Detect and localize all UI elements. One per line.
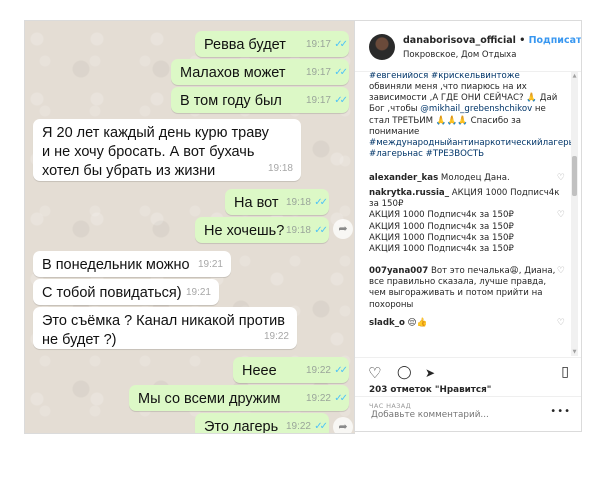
message-time: 19:17 [305,67,331,78]
message-text: Нееe [242,363,277,379]
avatar[interactable] [369,34,395,60]
comment-text-line: АКЦИЯ 1000 Подписч4к за 150₽ [369,210,514,221]
message-text: Я 20 лет каждый день курю траву и не хоч… [42,125,269,179]
message-text: С тобой повидаться) [42,285,182,301]
chat-message: На вот 19:18 ✓✓ [225,189,329,215]
bookmark-icon[interactable]: ▯ [561,364,569,380]
chat-message: Малахов может 19:17 ✓✓ [171,59,349,85]
hashtag-link[interactable]: #евгенийося #крискельвинтоже [369,72,520,81]
chat-message: Это съёмка ? Канал никакой против не буд… [33,307,297,349]
like-comment-heart-icon[interactable]: ♡ [557,318,565,328]
follow-button[interactable]: Подписаться [529,35,581,46]
comment-text-line: АКЦИЯ 1000 Подписч4к за 150₽ [369,232,514,243]
forward-icon[interactable]: ➦ [333,417,353,433]
message-time: 19:18 [285,197,311,208]
read-ticks-icon: ✓✓ [314,421,328,432]
like-comment-heart-icon[interactable]: ♡ [557,173,565,183]
comment-bubble-icon[interactable]: ◯ [397,365,412,380]
separator-dot: • [519,35,526,46]
post-caption: обвиняли меня ,что пиарюсь на их зависим… [369,82,574,160]
message-text: Это съёмка ? Канал никакой против не буд… [42,313,285,348]
comment-text-line: АКЦИЯ 1000 Подписч4к за 150₽ [369,221,514,232]
message-time: 19:22 [285,421,311,432]
chat-message: Мы со всеми дружим 19:22 ✓✓ [129,385,349,411]
like-comment-heart-icon[interactable]: ♡ [557,210,565,220]
like-heart-icon[interactable]: ♡ [368,364,381,382]
read-ticks-icon: ✓✓ [314,225,328,236]
more-options-icon[interactable]: ••• [550,406,571,417]
read-ticks-icon: ✓✓ [334,95,348,106]
message-text: Мы со всеми дружим [138,391,281,407]
message-time: 19:21 [197,259,223,270]
comments-scrollbar[interactable]: ▲ ▼ [571,72,578,356]
comment-username[interactable]: 007yana007 [369,266,428,276]
like-comment-heart-icon[interactable]: ♡ [557,266,565,276]
comment-username[interactable]: sladk_o [369,318,405,328]
message-time: 19:18 [267,163,293,174]
scroll-down-arrow-icon[interactable]: ▼ [571,349,578,355]
comment: alexander_kas Молодец Дана. [369,173,563,184]
comment: 007yana007 Вот это печалька😩, Диана, все… [369,266,563,311]
caption-tags-top: #евгенийося #крискельвинтоже [369,72,563,82]
message-text: В понедельник можно [42,257,190,273]
chat-message: В понедельник можно 19:21 [33,251,231,277]
hashtag-link[interactable]: #международныйантинаркотическийлагерь #л… [369,138,574,159]
read-ticks-icon: ✓✓ [314,197,328,208]
likes-count[interactable]: 203 отметок "Нравится" [369,385,491,395]
comment-text: 😔👍 [407,318,428,328]
message-text: В том году был [180,93,282,109]
mention-link[interactable]: @mikhail_grebenshchikov [420,104,532,114]
comment-text-line: АКЦИЯ 1000 Подписч4к за 150₽ [369,244,514,255]
chat-message: С тобой повидаться) 19:21 [33,279,219,305]
chat-message: В том году был 19:17 ✓✓ [171,87,349,113]
comment-input[interactable] [369,409,553,421]
share-arrow-icon[interactable]: ➤ [425,366,435,380]
message-text: Это лагерь [204,419,279,434]
post-author: danaborisova_official • Подписаться [403,35,581,46]
comment: nakrytka.russia_ АКЦИЯ 1000 Подписч4к за… [369,188,563,255]
comment-username[interactable]: alexander_kas [369,173,438,183]
message-time: 19:22 [305,365,331,376]
message-text: На вот [234,195,279,211]
scrollbar-thumb[interactable] [572,156,577,196]
comment-text: Молодец Дана. [440,173,510,183]
message-time: 19:22 [305,393,331,404]
message-text: Малахов может [180,65,286,81]
chat-message: Я 20 лет каждый день курю траву и не хоч… [33,119,301,181]
scroll-up-arrow-icon[interactable]: ▲ [571,73,578,79]
post-panel: danaborisova_official • Подписаться Покр… [354,20,582,432]
forward-icon[interactable]: ➦ [333,219,353,239]
message-time: 19:17 [305,95,331,106]
chat-message: Нееe 19:22 ✓✓ [233,357,349,383]
read-ticks-icon: ✓✓ [334,365,348,376]
message-text: Не хочешь? [204,223,285,239]
message-time: 19:17 [305,39,331,50]
post-header: danaborisova_official • Подписаться Покр… [355,21,581,72]
message-time: 19:22 [263,331,289,342]
read-ticks-icon: ✓✓ [334,67,348,78]
add-comment-bar: ••• [355,396,581,431]
location-link[interactable]: Покровское, Дом Отдыха [403,50,516,60]
comment: sladk_o 😔👍 [369,318,563,329]
chat-screenshot: Ревва будет 19:17 ✓✓ Малахов может 19:17… [24,20,355,434]
chat-message: Ревва будет 19:17 ✓✓ [195,31,349,57]
message-text: Ревва будет [204,37,286,53]
read-ticks-icon: ✓✓ [334,393,348,404]
chat-message: Не хочешь? 19:18 ✓✓ [195,217,329,243]
chat-message: Это лагерь 19:22 ✓✓ [195,413,329,434]
message-time: 19:21 [185,287,211,298]
username-link[interactable]: danaborisova_official [403,35,516,46]
comment-username[interactable]: nakrytka.russia_ [369,188,449,198]
comments-list: #евгенийося #крискельвинтоже обвиняли ме… [355,72,575,356]
message-time: 19:18 [285,225,311,236]
read-ticks-icon: ✓✓ [334,39,348,50]
